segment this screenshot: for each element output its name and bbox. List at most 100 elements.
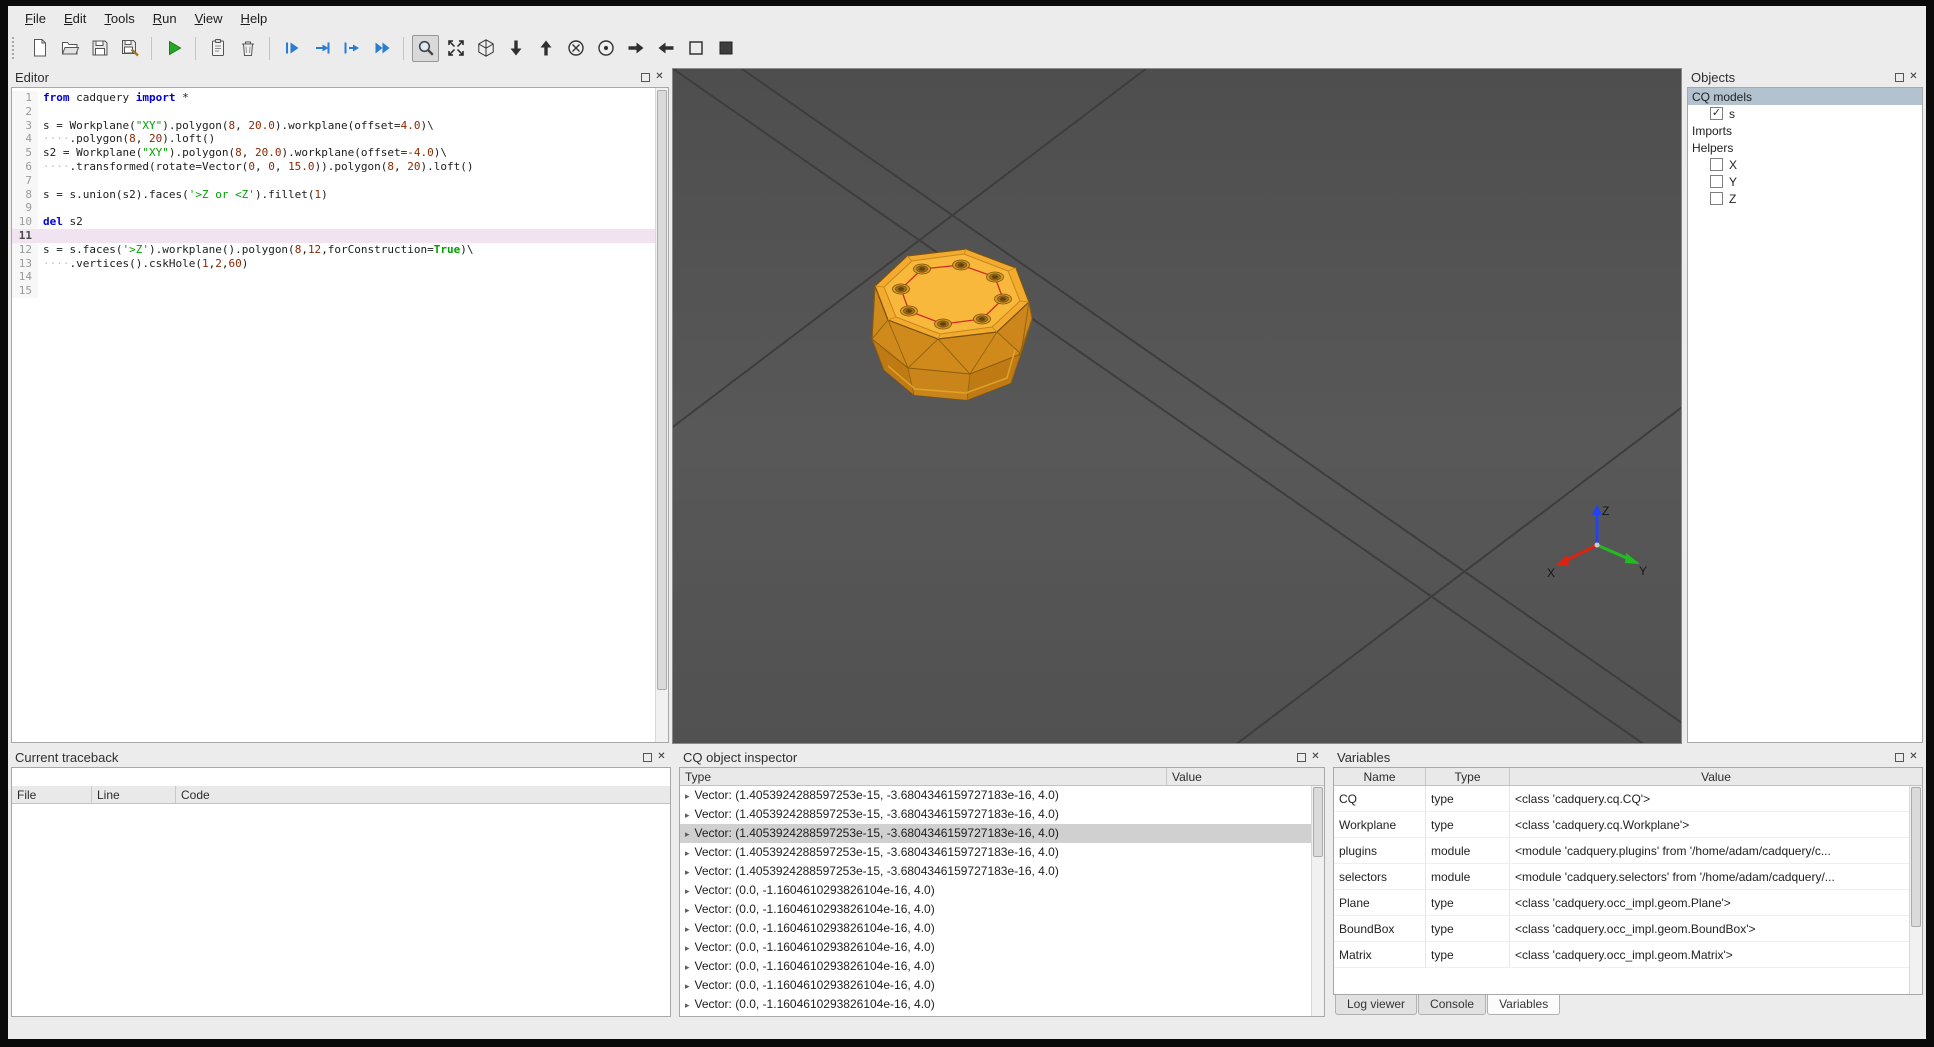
toolbar-handle[interactable] (12, 37, 19, 59)
float-panel-icon[interactable] (643, 752, 652, 762)
variable-row[interactable]: plugins module <module 'cadquery.plugins' … (1334, 838, 1909, 864)
code-line-14[interactable]: 14 (12, 270, 655, 285)
code-line-2[interactable]: 2 (12, 104, 655, 119)
cad-model[interactable] (868, 241, 1043, 413)
continue-button[interactable] (368, 35, 395, 62)
variable-row[interactable]: selectors module <module 'cadquery.selecto… (1334, 864, 1909, 890)
inspector-row[interactable]: ▸ Vector: (0.0, -1.1604610293826104e-16, … (680, 919, 1311, 938)
inspector-row[interactable]: ▸ Vector: (0.0, -1.1604610293826104e-16, … (680, 900, 1311, 919)
code-line-3[interactable]: 3 s = Workplane("XY").polygon(8, 20.0).wo… (12, 118, 655, 133)
variable-row[interactable]: CQ type <class 'cadquery.cq.CQ'> (1334, 786, 1909, 812)
top-view-button[interactable] (532, 35, 559, 62)
code-line-6[interactable]: 6 ····.transformed(rotate=Vector(0, 0, 15… (12, 159, 655, 174)
float-panel-icon[interactable] (1895, 72, 1904, 82)
inspector-row[interactable]: ▸ Vector: (0.0, -1.1604610293826104e-16, … (680, 976, 1311, 995)
step-into-button[interactable] (308, 35, 335, 62)
variables-scrollbar[interactable] (1909, 786, 1922, 994)
inspector-row[interactable]: ▸ Vector: (0.0, -1.1604610293826104e-16, … (680, 995, 1311, 1014)
tab-variables[interactable]: Variables (1487, 995, 1561, 1015)
variables-col-name[interactable]: Name (1334, 768, 1426, 785)
inspector-row[interactable]: ▸ Vector: (1.4053924288597253e-15, -3.680… (680, 862, 1311, 881)
variable-row[interactable]: Matrix type <class 'cadquery.occ_impl.geom… (1334, 942, 1909, 968)
objects-tree-item-helpers[interactable]: Helpers (1688, 139, 1922, 156)
menu-tools[interactable]: Tools (95, 8, 143, 29)
menu-file[interactable]: File (16, 8, 55, 29)
debug-button[interactable] (278, 35, 305, 62)
variables-scrollbar-thumb[interactable] (1911, 787, 1921, 927)
traceback-col-line[interactable]: Line (92, 786, 176, 803)
trash-button[interactable] (234, 35, 261, 62)
wireframe-button[interactable] (682, 35, 709, 62)
variables-col-type[interactable]: Type (1426, 768, 1510, 785)
shaded-button[interactable] (712, 35, 739, 62)
code-line-7[interactable]: 7 (12, 173, 655, 188)
inspector-col-type[interactable]: Type (680, 768, 1167, 785)
checkbox[interactable] (1710, 192, 1723, 205)
iso-view-button[interactable] (472, 35, 499, 62)
float-panel-icon[interactable] (641, 72, 650, 82)
code-line-9[interactable]: 9 (12, 201, 655, 216)
inspector-row[interactable]: ▸ Vector: (1.4053924288597253e-15, -3.680… (680, 786, 1311, 805)
objects-tree-item-x[interactable]: X (1688, 156, 1922, 173)
inspector-row[interactable]: ▸ Vector: (0.0, -1.1604610293826104e-16, … (680, 881, 1311, 900)
menu-run[interactable]: Run (144, 8, 186, 29)
menu-view[interactable]: View (186, 8, 232, 29)
inspector-row[interactable]: ▸ Vector: (1.4053924288597253e-15, -3.680… (680, 843, 1311, 862)
close-panel-icon[interactable]: ✕ (656, 752, 667, 762)
code-line-5[interactable]: 5 s2 = Workplane("XY").polygon(8, 20.0).w… (12, 146, 655, 160)
code-editor[interactable]: 1 from cadquery import * 2 3 s = Workplane(… (11, 87, 669, 743)
inspector-row[interactable]: ▸ Vector: (1.4053924288597253e-15, -3.680… (680, 805, 1311, 824)
save-as-button[interactable] (116, 35, 143, 62)
code-line-8[interactable]: 8 s = s.union(s2).faces('>Z or <Z').fille… (12, 187, 655, 202)
expand-arrow-icon[interactable]: ▸ (685, 886, 690, 896)
code-line-13[interactable]: 13 ····.vertices().cskHole(1,2,60) (12, 256, 655, 271)
inspector-scrollbar[interactable] (1311, 786, 1324, 1016)
code-line-1[interactable]: 1 from cadquery import * (12, 91, 655, 105)
new-file-button[interactable] (26, 35, 53, 62)
tab-log-viewer[interactable]: Log viewer (1335, 995, 1418, 1015)
left-view-button[interactable] (652, 35, 679, 62)
close-panel-icon[interactable]: ✕ (1310, 752, 1321, 762)
expand-arrow-icon[interactable]: ▸ (685, 810, 690, 820)
objects-tree-item-s[interactable]: ✓ s (1688, 105, 1922, 122)
traceback-col-code[interactable]: Code (176, 786, 670, 803)
editor-scrollbar[interactable] (655, 88, 668, 742)
viewport-3d[interactable]: Z X Y (672, 68, 1682, 744)
code-line-12[interactable]: 12 s = s.faces('>Z').workplane().polygon(… (12, 242, 655, 257)
run-button[interactable] (160, 35, 187, 62)
expand-arrow-icon[interactable]: ▸ (685, 943, 690, 953)
back-view-button[interactable] (562, 35, 589, 62)
editor-scrollbar-thumb[interactable] (657, 90, 667, 690)
traceback-col-file[interactable]: File (12, 786, 92, 803)
code-line-4[interactable]: 4 ····.polygon(8, 20).loft() (12, 132, 655, 147)
zoom-button[interactable] (412, 34, 439, 62)
code-line-11[interactable]: 11 (12, 228, 655, 243)
step-return-button[interactable] (338, 35, 365, 62)
variable-row[interactable]: Plane type <class 'cadquery.occ_impl.geom.… (1334, 890, 1909, 916)
close-panel-icon[interactable]: ✕ (654, 72, 665, 82)
code-line-10[interactable]: 10 del s2 (12, 215, 655, 229)
checkbox[interactable]: ✓ (1710, 107, 1723, 120)
fit-all-button[interactable] (442, 35, 469, 62)
checkbox[interactable] (1710, 175, 1723, 188)
clipboard-button[interactable] (204, 35, 231, 62)
inspector-row[interactable]: ▸ Vector: (0.0, -1.1604610293826104e-16, … (680, 957, 1311, 976)
variables-col-value[interactable]: Value (1510, 768, 1922, 785)
tab-console[interactable]: Console (1418, 995, 1487, 1015)
expand-arrow-icon[interactable]: ▸ (685, 791, 690, 801)
float-panel-icon[interactable] (1895, 752, 1904, 762)
inspector-scrollbar-thumb[interactable] (1313, 787, 1323, 857)
expand-arrow-icon[interactable]: ▸ (685, 829, 690, 839)
save-button[interactable] (86, 35, 113, 62)
open-button[interactable] (56, 35, 83, 62)
objects-tree-item-z[interactable]: Z (1688, 190, 1922, 207)
expand-arrow-icon[interactable]: ▸ (685, 962, 690, 972)
objects-tree-item-imports[interactable]: Imports (1688, 122, 1922, 139)
expand-arrow-icon[interactable]: ▸ (685, 981, 690, 991)
menu-help[interactable]: Help (232, 8, 277, 29)
front-view-button[interactable] (592, 35, 619, 62)
inspector-row[interactable]: ▸ Vector: (1.4053924288597253e-15, -3.680… (680, 824, 1311, 843)
checkbox[interactable] (1710, 158, 1723, 171)
inspector-row[interactable]: ▸ Vector: (0.0, -1.1604610293826104e-16, … (680, 938, 1311, 957)
close-panel-icon[interactable]: ✕ (1908, 72, 1919, 82)
